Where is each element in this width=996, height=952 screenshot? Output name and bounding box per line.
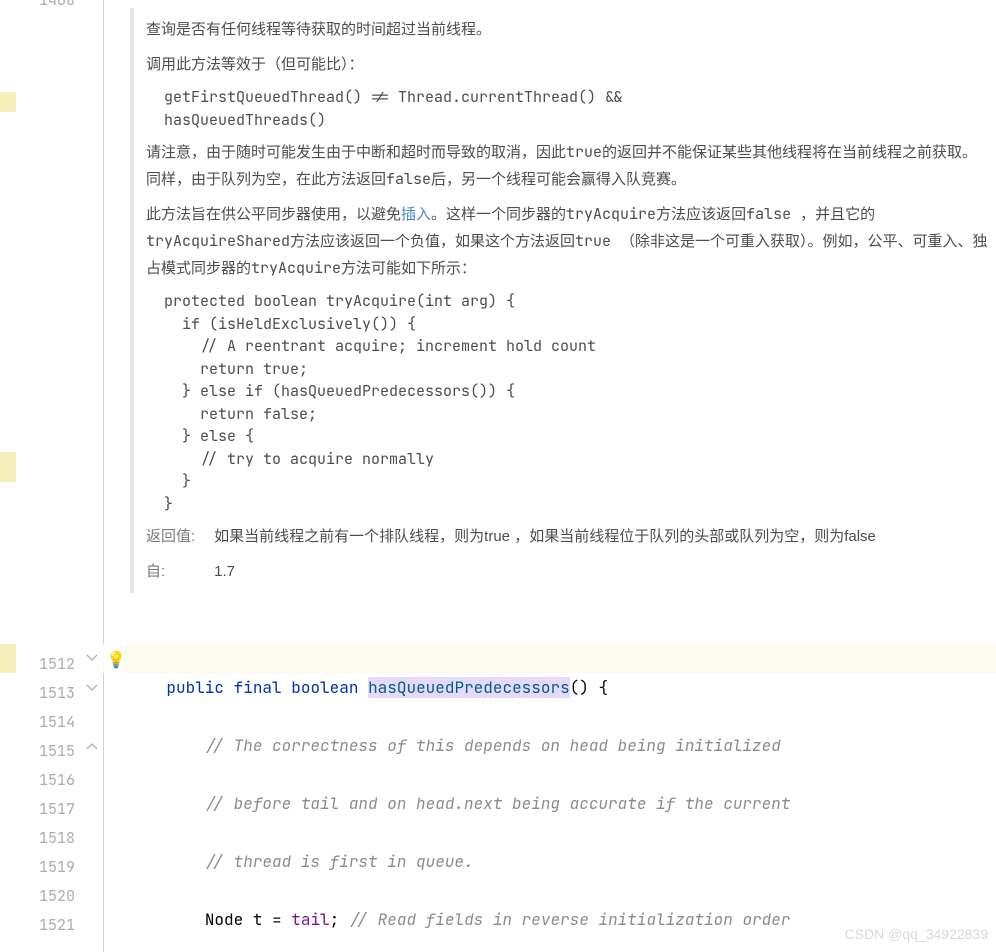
marker-strip — [0, 0, 17, 952]
fold-column[interactable] — [83, 0, 103, 952]
line-number: 1518 — [17, 824, 83, 853]
change-marker — [0, 644, 16, 673]
doc-text: 查询是否有任何线程等待获取的时间超过当前线程。 — [146, 16, 990, 43]
annotation-column: 💡 — [104, 0, 124, 952]
gutter-spacer — [17, 12, 83, 650]
doc-since: 自: 1.7 — [146, 558, 990, 585]
doc-text: 此方法旨在供公平同步器使用，以避免插入。这样一个同步器的tryAcquire方法… — [146, 201, 990, 282]
line-number: 1515 — [17, 737, 83, 766]
line-number: 1521 — [17, 911, 83, 940]
doc-link[interactable]: tryAcquire — [566, 204, 656, 224]
source-code[interactable]: public final boolean hasQueuedPredecesso… — [128, 644, 829, 952]
fold-end-icon[interactable] — [85, 739, 99, 753]
editor-root: 1468 1512 1513 1514 1515 1516 1517 1518 … — [0, 0, 996, 952]
line-number: 1520 — [17, 882, 83, 911]
line-number: 1519 — [17, 853, 83, 882]
line-number: 1514 — [17, 708, 83, 737]
doc-returns: 返回值: 如果当前线程之前有一个排队线程，则为true ，如果当前线程位于队列的… — [146, 523, 990, 550]
change-marker — [0, 92, 16, 112]
change-marker — [0, 452, 16, 482]
watermark: CSDN @qq_34922839 — [845, 926, 988, 942]
line-number: 1512 — [17, 650, 83, 679]
doc-code-block: protected boolean tryAcquire(int arg) { … — [146, 290, 990, 515]
line-number: 1516 — [17, 766, 83, 795]
code-editor[interactable]: 查询是否有任何线程等待获取的时间超过当前线程。 调用此方法等效于（但可能比）： … — [124, 0, 996, 952]
fold-toggle-icon[interactable] — [85, 681, 99, 695]
doc-text: 调用此方法等效于（但可能比）： — [146, 51, 990, 78]
line-number: 1513 — [17, 679, 83, 708]
doc-code-block: getFirstQueuedThread() != Thread.current… — [146, 86, 990, 131]
line-number-gutter[interactable]: 1468 1512 1513 1514 1515 1516 1517 1518 … — [17, 0, 83, 952]
fold-toggle-icon[interactable] — [85, 651, 99, 665]
line-number: 1468 — [17, 0, 83, 12]
method-name[interactable]: hasQueuedPredecessors — [368, 677, 570, 698]
doc-text: 请注意，由于随时可能发生由于中断和超时而导致的取消，因此true的返回并不能保证… — [146, 139, 990, 193]
line-number: 1517 — [17, 795, 83, 824]
doc-link[interactable]: 插入 — [401, 206, 431, 223]
doc-link[interactable]: tryAcquireShared — [146, 231, 290, 251]
javadoc-panel: 查询是否有任何线程等待获取的时间超过当前线程。 调用此方法等效于（但可能比）： … — [130, 8, 990, 593]
intention-bulb-icon[interactable]: 💡 — [106, 649, 126, 670]
